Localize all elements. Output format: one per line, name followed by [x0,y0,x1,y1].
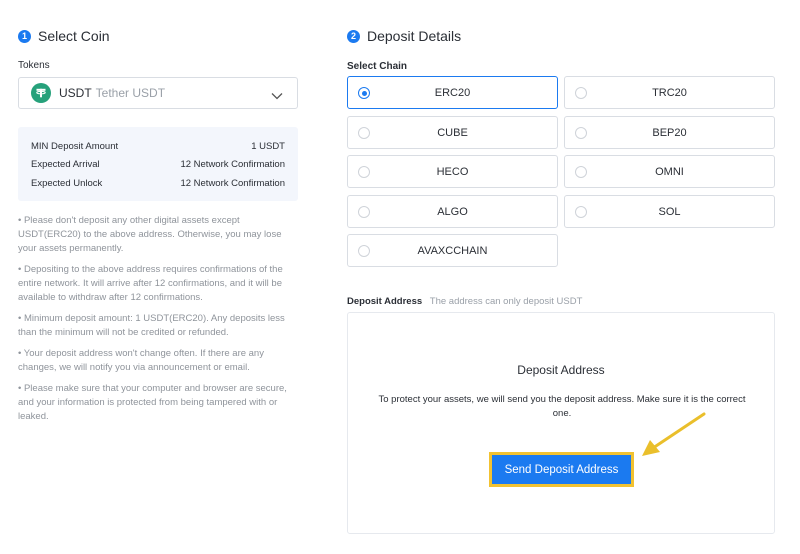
chevron-down-icon[interactable] [271,88,283,106]
send-deposit-address-button[interactable]: Send Deposit Address [492,455,631,484]
radio-icon[interactable] [358,245,370,257]
radio-icon[interactable] [358,166,370,178]
chain-label: TRC20 [652,86,687,99]
chain-option-cube[interactable]: CUBE [347,116,558,149]
chain-option-algo[interactable]: ALGO [347,195,558,228]
step-number-badge: 2 [347,29,360,43]
chain-option-sol[interactable]: SOL [564,195,775,228]
deposit-info-box: MIN Deposit Amount 1 USDT Expected Arriv… [18,127,298,201]
chain-label: HECO [436,165,469,178]
note-item: • Please make sure that your computer an… [18,383,287,422]
deposit-address-label: Deposit Address [347,296,423,307]
deposit-notes: • Please don't deposit any other digital… [18,214,298,431]
deposit-address-panel: Deposit Address To protect your assets, … [347,312,775,534]
chain-option-bep20[interactable]: BEP20 [564,116,775,149]
radio-icon[interactable] [575,166,587,178]
radio-icon[interactable] [358,206,370,218]
chain-option-omni[interactable]: OMNI [564,155,775,188]
chain-label: ERC20 [434,86,471,99]
token-name: Tether USDT [95,86,166,100]
radio-icon[interactable] [575,127,587,139]
chain-label: AVAXCCHAIN [417,244,488,257]
deposit-details-title: Deposit Details [367,28,462,44]
chain-option-heco[interactable]: HECO [347,155,558,188]
radio-icon[interactable] [575,206,587,218]
info-row: Expected Unlock 12 Network Confirmation [31,174,285,193]
info-label: MIN Deposit Amount [31,140,119,152]
select-coin-title: Select Coin [38,28,110,44]
info-row: MIN Deposit Amount 1 USDT [31,137,285,156]
select-coin-heading: 1 Select Coin [18,28,110,44]
chain-label: OMNI [655,165,684,178]
chain-label: ALGO [437,205,468,218]
deposit-details-heading: 2 Deposit Details [347,28,461,44]
tokens-label: Tokens [18,60,50,71]
chain-label: SOL [658,205,681,218]
info-label: Expected Arrival [31,159,100,171]
chain-option-trc20[interactable]: TRC20 [564,76,775,109]
token-dropdown[interactable]: USDT Tether USDT [18,77,298,109]
note-item: • Depositing to the above address requir… [18,264,283,303]
chain-option-avaxcchain[interactable]: AVAXCCHAIN [347,234,558,267]
chain-option-erc20[interactable]: ERC20 [347,76,558,109]
deposit-address-title: Deposit Address [517,363,605,377]
radio-selected-icon[interactable] [358,87,370,99]
send-button-highlight: Send Deposit Address [489,452,634,487]
chain-label: CUBE [437,126,468,139]
note-item: • Minimum deposit amount: 1 USDT(ERC20).… [18,313,285,338]
note-item: • Please don't deposit any other digital… [18,215,282,254]
radio-icon[interactable] [575,87,587,99]
tether-icon [31,83,51,103]
info-value: 12 Network Confirmation [180,159,285,171]
chain-label: BEP20 [652,126,687,139]
info-row: Expected Arrival 12 Network Confirmation [31,156,285,175]
radio-icon[interactable] [358,127,370,139]
deposit-address-hint: The address can only deposit USDT [429,296,583,307]
info-value: 12 Network Confirmation [180,177,285,189]
step-number-badge: 1 [18,29,31,43]
note-item: • Your deposit address won't change ofte… [18,348,264,373]
info-label: Expected Unlock [31,177,103,189]
token-symbol: USDT [59,86,92,100]
deposit-address-header: Deposit Address The address can only dep… [347,296,582,307]
select-chain-label: Select Chain [347,61,408,72]
info-value: 1 USDT [251,140,285,152]
pointer-arrow-icon [642,412,706,456]
